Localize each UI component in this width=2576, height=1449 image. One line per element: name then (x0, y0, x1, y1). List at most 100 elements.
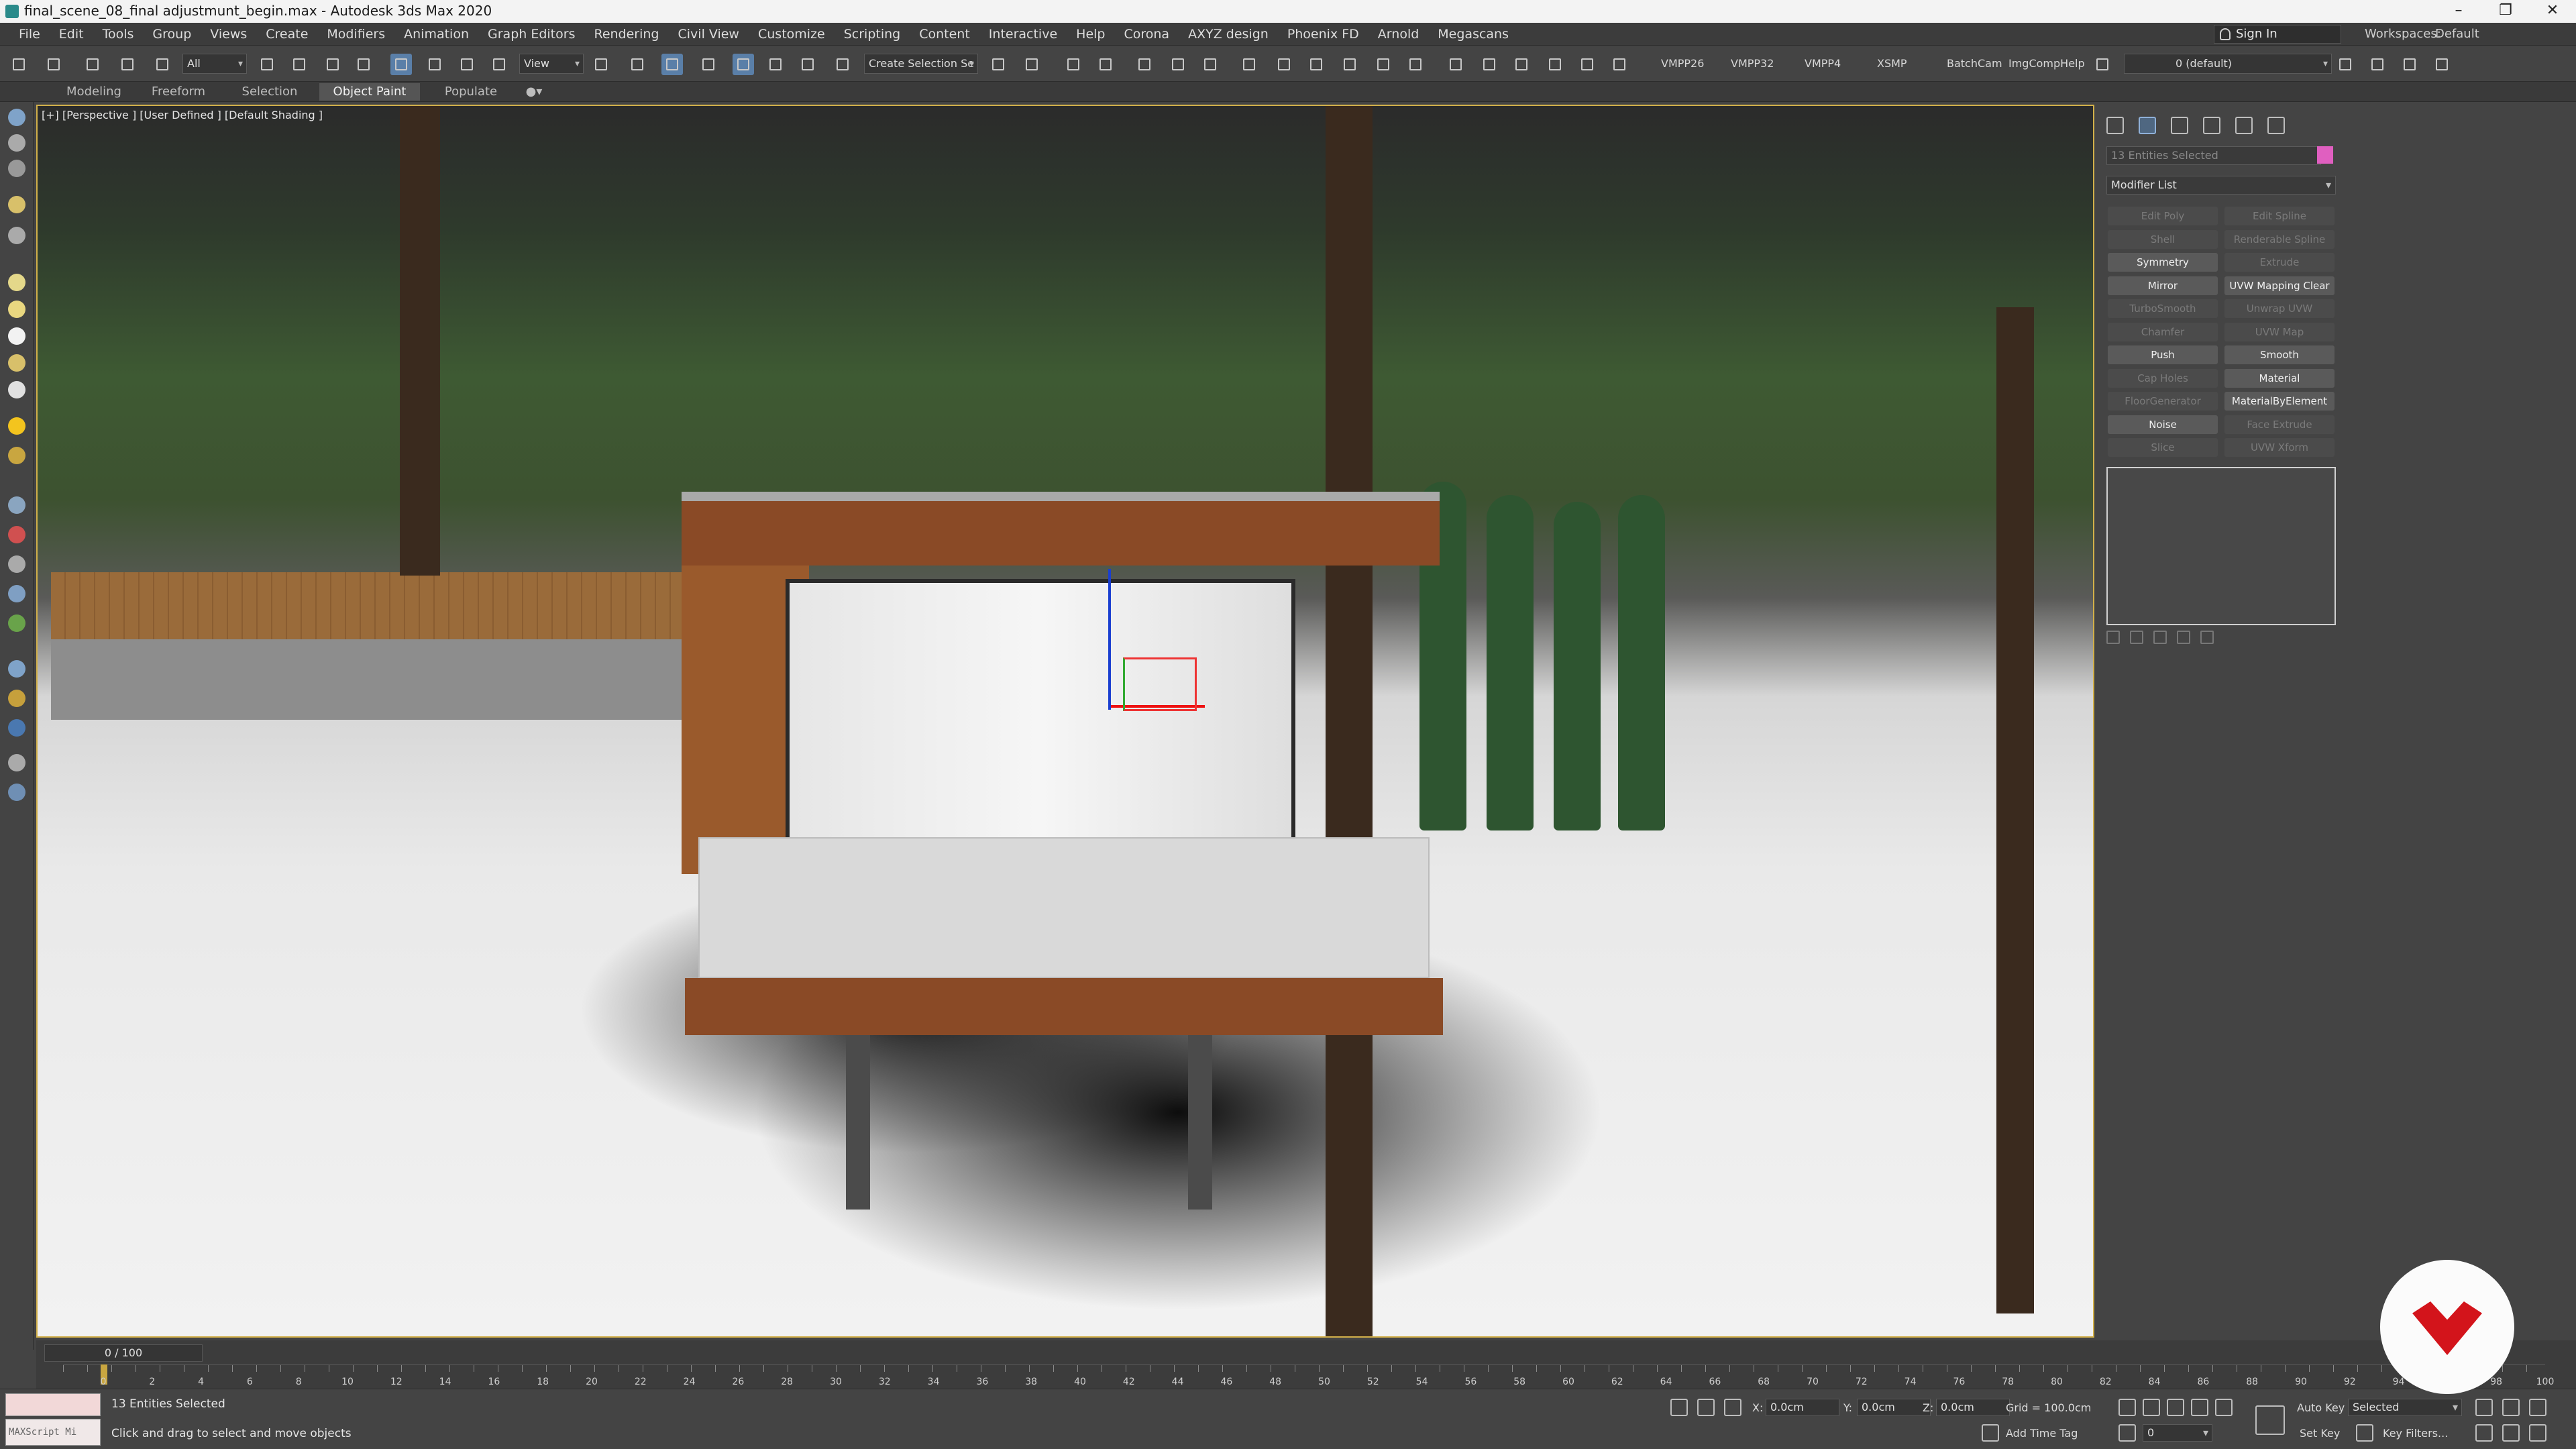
configure-sets-icon[interactable] (2200, 631, 2214, 644)
menu-customize[interactable]: Customize (749, 27, 835, 42)
light-icon[interactable] (8, 196, 25, 213)
goto-end-icon[interactable] (2215, 1399, 2233, 1416)
move-gizmo-z-axis[interactable] (1108, 569, 1111, 710)
motion-tab-icon[interactable] (2203, 117, 2220, 134)
show-end-result-icon[interactable] (2130, 631, 2144, 644)
menu-interactive[interactable]: Interactive (979, 27, 1067, 42)
maximize-viewport-icon[interactable] (2529, 1424, 2546, 1442)
help-icon[interactable] (8, 784, 25, 801)
script-button-vmpp26[interactable]: VMPP26 (1661, 57, 1704, 70)
menu-axyz-design[interactable]: AXYZ design (1179, 27, 1278, 42)
toggle-ribbon-icon[interactable] (1134, 54, 1155, 75)
tab-selection[interactable]: Selection (223, 83, 317, 101)
script-button-batchcam[interactable]: BatchCam (1947, 57, 2002, 70)
redo-icon[interactable] (43, 54, 64, 75)
zoom-all-icon[interactable] (2502, 1399, 2520, 1416)
percent-snap-icon[interactable] (765, 54, 786, 75)
selection-name-field[interactable]: 13 Entities Selected (2106, 146, 2321, 165)
script-button-imgcomphelp[interactable]: ImgCompHelp (2008, 57, 2085, 70)
menu-views[interactable]: Views (201, 27, 256, 42)
unlink-icon[interactable] (117, 54, 138, 75)
sign-in-button[interactable]: Sign In (2214, 25, 2341, 44)
mirror-icon[interactable] (987, 54, 1009, 75)
reference-coordinate-dropdown[interactable]: View (519, 54, 584, 74)
plane-icon[interactable] (8, 274, 25, 291)
select-by-name-icon[interactable] (288, 54, 310, 75)
render-cloud-icon[interactable] (1405, 54, 1426, 75)
modifier-button-uvw-xform[interactable]: UVW Xform (2224, 438, 2334, 457)
close-button[interactable]: ✕ (2529, 0, 2576, 23)
menu-group[interactable]: Group (143, 27, 201, 42)
keyboard-shortcut-toggle-icon[interactable] (661, 54, 683, 75)
modifier-button-push[interactable]: Push (2108, 345, 2218, 364)
curve-editor-icon[interactable] (1167, 54, 1189, 75)
zoom-icon[interactable] (2475, 1399, 2493, 1416)
schematic-view-icon[interactable] (1199, 54, 1221, 75)
select-rotate-icon[interactable] (424, 54, 445, 75)
menu-arnold[interactable]: Arnold (1368, 27, 1428, 42)
tab-populate[interactable]: Populate (424, 83, 518, 101)
orbit-icon[interactable] (2502, 1424, 2520, 1442)
minimize-button[interactable]: – (2435, 0, 2482, 23)
modifier-button-materialbyelement[interactable]: MaterialByElement (2224, 392, 2334, 411)
forest-pack-icon[interactable] (1479, 54, 1500, 75)
menu-modifiers[interactable]: Modifiers (317, 27, 394, 42)
link-icon[interactable] (82, 54, 103, 75)
modifier-button-unwrap-uvw[interactable]: Unwrap UVW (2224, 299, 2334, 318)
modifier-button-mirror[interactable]: Mirror (2108, 276, 2218, 295)
move-gizmo-plane[interactable] (1123, 657, 1197, 711)
spinner-snap-icon[interactable] (797, 54, 818, 75)
perspective-viewport[interactable]: [+] [Perspective ] [User Defined ] [Defa… (36, 105, 2094, 1338)
maxscript-listener-output[interactable] (5, 1393, 101, 1416)
select-manipulate-icon[interactable] (627, 54, 648, 75)
named-selection-dropdown[interactable]: Create Selection Se (864, 54, 978, 74)
menu-edit[interactable]: Edit (50, 27, 93, 42)
edit-named-selection-icon[interactable] (832, 54, 853, 75)
window-crossing-icon[interactable] (353, 54, 374, 75)
absolute-mode-icon[interactable] (1724, 1399, 1741, 1416)
workspaces-dropdown[interactable]: Default (2435, 27, 2479, 41)
key-mode-dropdown[interactable]: Selected (2348, 1399, 2462, 1416)
render-iterative-icon[interactable] (1373, 54, 1394, 75)
add-time-tag[interactable]: Add Time Tag (2006, 1427, 2078, 1440)
modifier-button-turbosmooth[interactable]: TurboSmooth (2108, 299, 2218, 318)
pan-icon[interactable] (2475, 1424, 2493, 1442)
particle-icon[interactable] (8, 585, 25, 602)
menu-tools[interactable]: Tools (93, 27, 144, 42)
helper-icon[interactable] (8, 496, 25, 514)
modifier-button-uvw-mapping-clear[interactable]: UVW Mapping Clear (2224, 276, 2334, 295)
select-place-icon[interactable] (488, 54, 510, 75)
selection-filter-dropdown[interactable]: All (182, 54, 247, 74)
modifier-button-renderable-spline[interactable]: Renderable Spline (2224, 229, 2334, 249)
corona-render-icon[interactable] (1445, 54, 1466, 75)
menu-civil-view[interactable]: Civil View (669, 27, 749, 42)
foliage-icon[interactable] (8, 614, 25, 632)
align-icon[interactable] (1021, 54, 1042, 75)
utilities-tab-icon[interactable] (2267, 117, 2285, 134)
layer-dropdown[interactable]: 0 (default) (2124, 54, 2332, 74)
sphere-icon[interactable] (8, 301, 25, 318)
layer-stack-icon[interactable] (2367, 54, 2388, 75)
track-bar[interactable] (63, 1364, 2545, 1389)
render-setup-icon[interactable] (1273, 54, 1295, 75)
tab-modeling[interactable]: Modeling (47, 83, 141, 101)
set-key-button[interactable]: Set Key (2300, 1427, 2340, 1440)
current-frame-field[interactable]: 0 (2143, 1424, 2212, 1442)
modifier-button-slice[interactable]: Slice (2108, 438, 2218, 457)
grid-tool-icon[interactable] (1511, 54, 1532, 75)
key-filter-icon[interactable] (2356, 1424, 2373, 1442)
modifier-button-floorgenerator[interactable]: FloorGenerator (2108, 392, 2218, 411)
menu-animation[interactable]: Animation (394, 27, 478, 42)
globe-icon[interactable] (8, 660, 25, 678)
remove-modifier-icon[interactable] (2177, 631, 2191, 644)
menu-corona[interactable]: Corona (1114, 27, 1179, 42)
display-icon[interactable] (8, 719, 25, 737)
palette-icon[interactable] (8, 690, 25, 707)
isolate-selection-icon[interactable] (1670, 1399, 1688, 1416)
z-coordinate-field[interactable]: 0.0cm (1936, 1399, 2010, 1416)
phoenix-icon[interactable] (1544, 54, 1566, 75)
next-frame-icon[interactable] (2191, 1399, 2208, 1416)
modifier-button-edit-spline[interactable]: Edit Spline (2224, 207, 2334, 225)
menu-graph-editors[interactable]: Graph Editors (478, 27, 584, 42)
script-button-xsmp[interactable]: XSMP (1877, 57, 1907, 70)
